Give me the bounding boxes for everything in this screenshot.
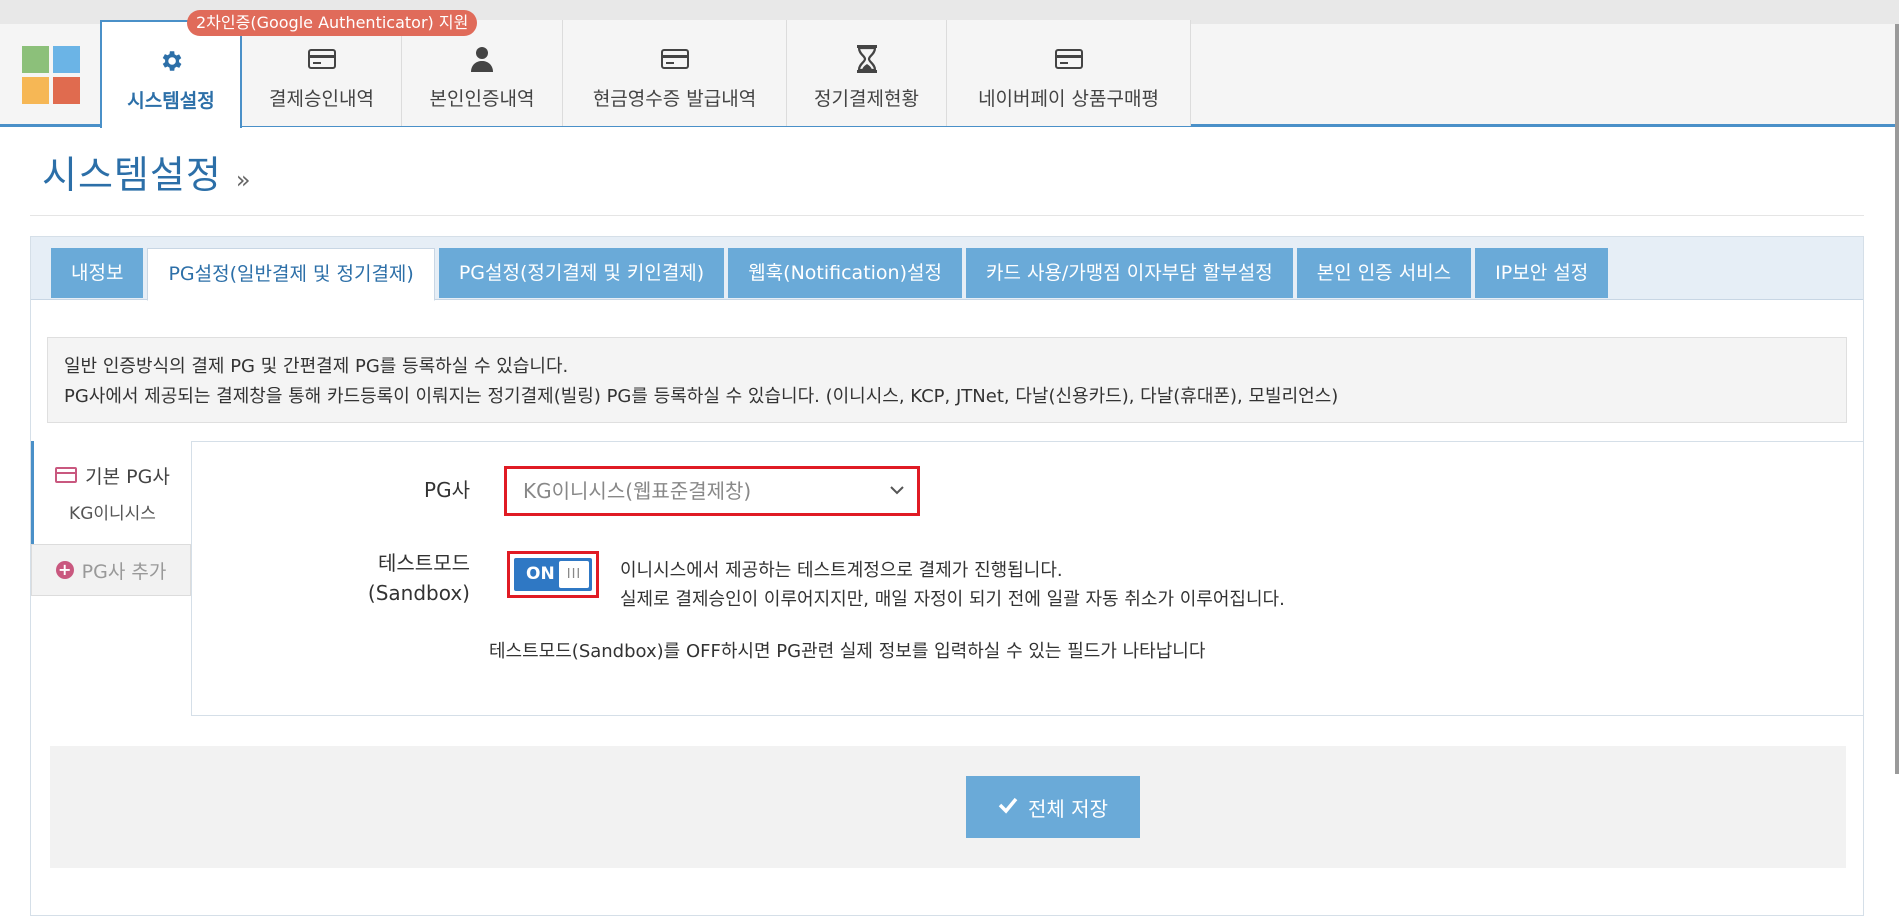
pg-select[interactable]: KG이니시스(웹표준결제창)	[504, 466, 920, 516]
tab-my-info[interactable]: 내정보	[51, 248, 144, 298]
test-mode-label-2: (Sandbox)	[367, 581, 470, 605]
pg-label: PG사	[424, 478, 470, 502]
test-mode-label: 테스트모드 (Sandbox)	[330, 548, 470, 608]
gear-icon	[158, 46, 184, 76]
default-pg-label: 기본 PG사	[85, 465, 170, 488]
app-logo[interactable]	[22, 46, 80, 104]
tab-ip-security[interactable]: IP보안 설정	[1475, 248, 1609, 298]
save-all-button[interactable]: 전체 저장	[966, 776, 1140, 838]
tab-pg-general[interactable]: PG설정(일반결제 및 정기결제)	[147, 248, 435, 301]
credit-card-icon	[307, 44, 336, 74]
pg-select-value: KG이니시스(웹표준결제창)	[523, 479, 752, 503]
tab-webhook[interactable]: 웹훅(Notification)설정	[728, 248, 962, 298]
two-factor-badge: 2차인증(Google Authenticator) 지원	[187, 10, 478, 36]
tab-identity-service[interactable]: 본인 인증 서비스	[1296, 248, 1472, 298]
info-line-1: 일반 인증방식의 결제 PG 및 간편결제 PG를 등록하실 수 있습니다.	[64, 356, 569, 377]
tab-pg-keyin[interactable]: PG설정(정기결제 및 키인결제)	[438, 248, 725, 298]
info-box: 일반 인증방식의 결제 PG 및 간편결제 PG를 등록하실 수 있습니다. P…	[47, 337, 1847, 423]
page-title: 시스템설정 »	[42, 144, 252, 199]
user-icon	[470, 44, 494, 74]
nav-item-cash-receipts[interactable]: 현금영수증 발급내역	[563, 20, 787, 126]
save-all-label: 전체 저장	[1028, 796, 1108, 821]
hourglass-icon	[856, 44, 878, 74]
nav-label: 현금영수증 발급내역	[592, 87, 757, 110]
test-mode-label-1: 테스트모드	[378, 551, 470, 575]
credit-card-icon	[660, 44, 689, 74]
add-pg-button[interactable]: + PG사 추가	[31, 544, 191, 596]
info-line-2: PG사에서 제공되는 결제창을 통해 카드등록이 이뤄지는 정기결제(빌링) P…	[64, 386, 1339, 407]
test-mode-toggle[interactable]: ON III	[514, 558, 592, 591]
default-pg-item[interactable]: 기본 PG사 KG이니시스	[31, 441, 191, 544]
check-icon	[998, 795, 1018, 819]
footer-action-bar	[50, 746, 1846, 868]
test-mode-hint: 테스트모드(Sandbox)를 OFF하시면 PG관련 실제 정보를 입력하실 …	[489, 641, 1206, 662]
nav-label: 시스템설정	[127, 89, 215, 112]
test-desc-2: 실제로 결제승인이 이루어지지만, 매일 자정이 되기 전에 일괄 자동 취소가…	[620, 589, 1285, 610]
settings-tabs: 내정보 PG설정(일반결제 및 정기결제) PG설정(정기결제 및 키인결제) …	[51, 248, 1609, 301]
test-desc-1: 이니시스에서 제공하는 테스트계정으로 결제가 진행됩니다.	[620, 560, 1063, 581]
nav-label: 본인인증내역	[429, 87, 535, 110]
add-pg-label: PG사 추가	[81, 560, 167, 583]
credit-card-icon	[55, 467, 78, 483]
nav-label: 결제승인내역	[269, 87, 374, 110]
scrollbar[interactable]	[1895, 24, 1899, 774]
title-suffix: »	[235, 166, 252, 194]
plus-circle-icon: +	[55, 561, 74, 579]
chevron-down-icon	[889, 469, 905, 528]
nav-item-system-settings[interactable]: 시스템설정	[100, 20, 242, 128]
toggle-on-label: ON	[526, 564, 555, 584]
nav-label: 네이버페이 상품구매평	[978, 87, 1159, 110]
nav-label: 정기결제현황	[814, 87, 919, 110]
tab-installment[interactable]: 카드 사용/가맹점 이자부담 할부설정	[965, 248, 1293, 298]
credit-card-icon	[1054, 44, 1083, 74]
nav-item-recurring-payments[interactable]: 정기결제현황	[787, 20, 947, 126]
test-mode-description: 이니시스에서 제공하는 테스트계정으로 결제가 진행됩니다. 실제로 결제승인이…	[620, 556, 1285, 614]
toggle-knob: III	[559, 561, 589, 588]
default-pg-value: KG이니시스	[69, 503, 156, 524]
nav-item-naverpay-reviews[interactable]: 네이버페이 상품구매평	[947, 20, 1191, 126]
page-title-text: 시스템설정	[42, 153, 222, 197]
pg-side-list: 기본 PG사 KG이니시스 + PG사 추가	[31, 441, 191, 596]
title-divider	[30, 215, 1864, 216]
tab-strip: 내정보 PG설정(일반결제 및 정기결제) PG설정(정기결제 및 키인결제) …	[31, 237, 1863, 301]
test-mode-toggle-frame: ON III	[507, 551, 599, 598]
